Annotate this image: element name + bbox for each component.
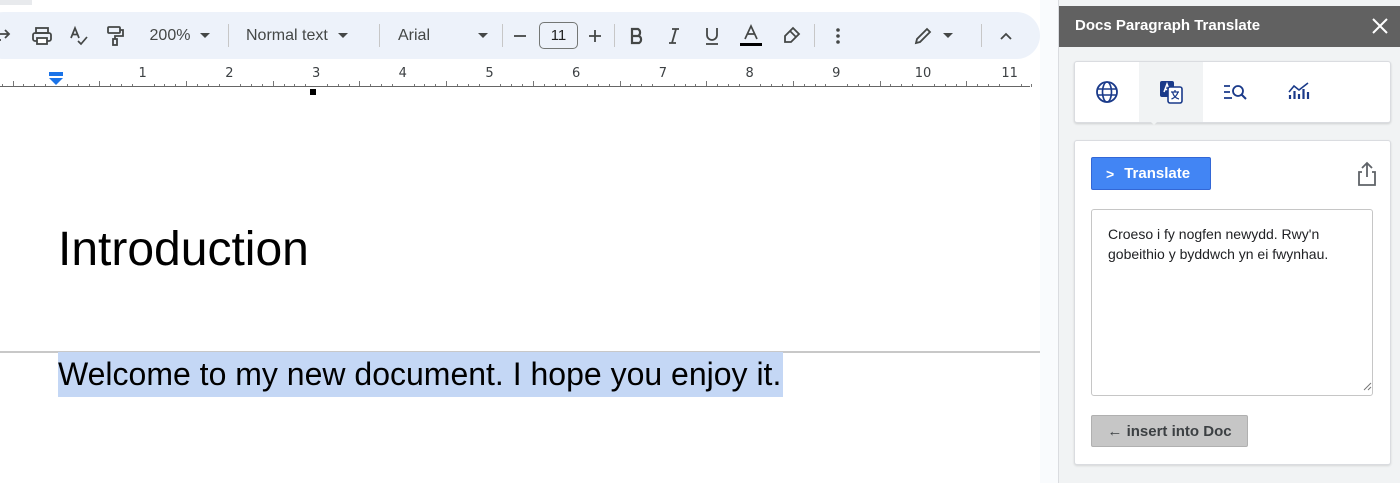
font-size-value: 11 — [550, 27, 567, 44]
tab-translate[interactable] — [1139, 62, 1203, 122]
sidebar-tabbar — [1074, 61, 1391, 123]
tab-globe[interactable] — [1075, 62, 1139, 122]
print-icon[interactable] — [30, 12, 54, 59]
font-family-select[interactable]: Arial — [398, 12, 488, 59]
document-canvas: 200% Normal text Arial 11 1 2 3 4 5 6 7 … — [0, 0, 1040, 483]
chevron-up-icon — [1000, 32, 1012, 40]
active-tab-pointer — [1146, 117, 1162, 125]
share-button[interactable] — [1354, 159, 1380, 189]
ruler-number: 3 — [311, 66, 321, 81]
sidebar-header: Docs Paragraph Translate — [1059, 6, 1400, 47]
sidebar-title: Docs Paragraph Translate — [1075, 17, 1261, 34]
ruler-number: 4 — [398, 66, 407, 81]
selected-paragraph[interactable]: Welcome to my new document. I hope you e… — [58, 352, 784, 397]
ruler-number: 1 — [138, 66, 147, 81]
ruler-number: 2 — [225, 66, 234, 81]
chevron-down-icon — [478, 33, 488, 38]
ruler-number: 9 — [832, 66, 841, 81]
share-icon — [1358, 161, 1376, 186]
translate-button[interactable]: > Translate — [1091, 157, 1211, 190]
translate-panel: > Translate Croeso i fy nogfen newydd. R… — [1074, 140, 1391, 465]
analytics-icon — [1288, 82, 1310, 99]
ruler-number: 5 — [485, 66, 494, 81]
editing-mode-select[interactable] — [912, 12, 954, 59]
underline-button[interactable] — [702, 12, 722, 59]
globe-icon — [1096, 81, 1118, 103]
table-cursor-marker — [310, 89, 316, 95]
paint-format-icon[interactable] — [103, 12, 127, 59]
translate-button-label: Translate — [1124, 165, 1191, 182]
highlight-pen-icon[interactable] — [780, 12, 802, 59]
decrease-font-size-button[interactable] — [510, 12, 530, 59]
toolbar-divider — [614, 24, 615, 47]
indent-marker-icon[interactable] — [49, 72, 63, 86]
toolbar-divider — [228, 24, 229, 47]
increase-font-size-button[interactable] — [585, 12, 605, 59]
ruler-number: 6 — [572, 66, 581, 81]
spellcheck-icon[interactable] — [67, 12, 91, 59]
ruler-baseline — [0, 86, 1030, 87]
docs-editor: 200% Normal text Arial 11 1 2 3 4 5 6 7 … — [0, 0, 1058, 483]
ruler-tick — [1031, 84, 1033, 87]
insert-into-doc-button[interactable]: ← insert into Doc — [1091, 415, 1248, 447]
zoom-select[interactable]: 200% — [144, 12, 216, 59]
chevron-right-icon: > — [1106, 165, 1115, 182]
toolbar-divider — [981, 24, 982, 47]
formatting-toolbar: 200% Normal text Arial 11 — [0, 12, 1040, 59]
ruler-number: 10 — [914, 66, 932, 81]
toolbar-divider — [502, 24, 503, 47]
translate-sidebar: Docs Paragraph Translate > Translate Cro… — [1058, 0, 1400, 483]
paragraph-style-select[interactable]: Normal text — [246, 12, 364, 59]
tab-analytics[interactable] — [1267, 62, 1331, 122]
chevron-down-icon — [200, 33, 211, 38]
bold-button[interactable] — [627, 12, 647, 59]
font-family-value: Arial — [398, 26, 431, 44]
ruler-number: 7 — [658, 66, 668, 81]
close-icon[interactable] — [1369, 15, 1391, 37]
search-list-icon — [1224, 85, 1247, 100]
ruler-number: 11 — [1001, 66, 1018, 81]
text-color-button[interactable] — [737, 12, 765, 59]
zoom-value: 200% — [149, 26, 191, 44]
font-size-input[interactable]: 11 — [539, 12, 578, 59]
translation-output[interactable]: Croeso i fy nogfen newydd. Rwy'n gobeith… — [1091, 209, 1373, 396]
paragraph-style-value: Normal text — [246, 26, 328, 44]
toolbar-divider — [814, 24, 815, 47]
pencil-icon — [914, 27, 932, 44]
translate-icon — [1160, 81, 1183, 104]
collapse-toolbar-button[interactable] — [994, 12, 1018, 59]
chevron-down-icon — [943, 33, 953, 38]
horizontal-ruler[interactable]: 1 2 3 4 5 6 7 8 9 10 11 — [0, 66, 1040, 88]
italic-button[interactable] — [664, 12, 684, 59]
redo-icon[interactable] — [0, 12, 16, 59]
top-strip — [0, 0, 32, 5]
resize-grip-icon[interactable] — [1362, 381, 1372, 391]
tab-search-list[interactable] — [1203, 62, 1267, 122]
document-heading[interactable]: Introduction — [58, 222, 309, 277]
ruler-number: 8 — [745, 66, 754, 81]
more-options-icon[interactable] — [828, 12, 848, 59]
chevron-down-icon — [337, 33, 348, 38]
toolbar-divider — [379, 24, 380, 47]
